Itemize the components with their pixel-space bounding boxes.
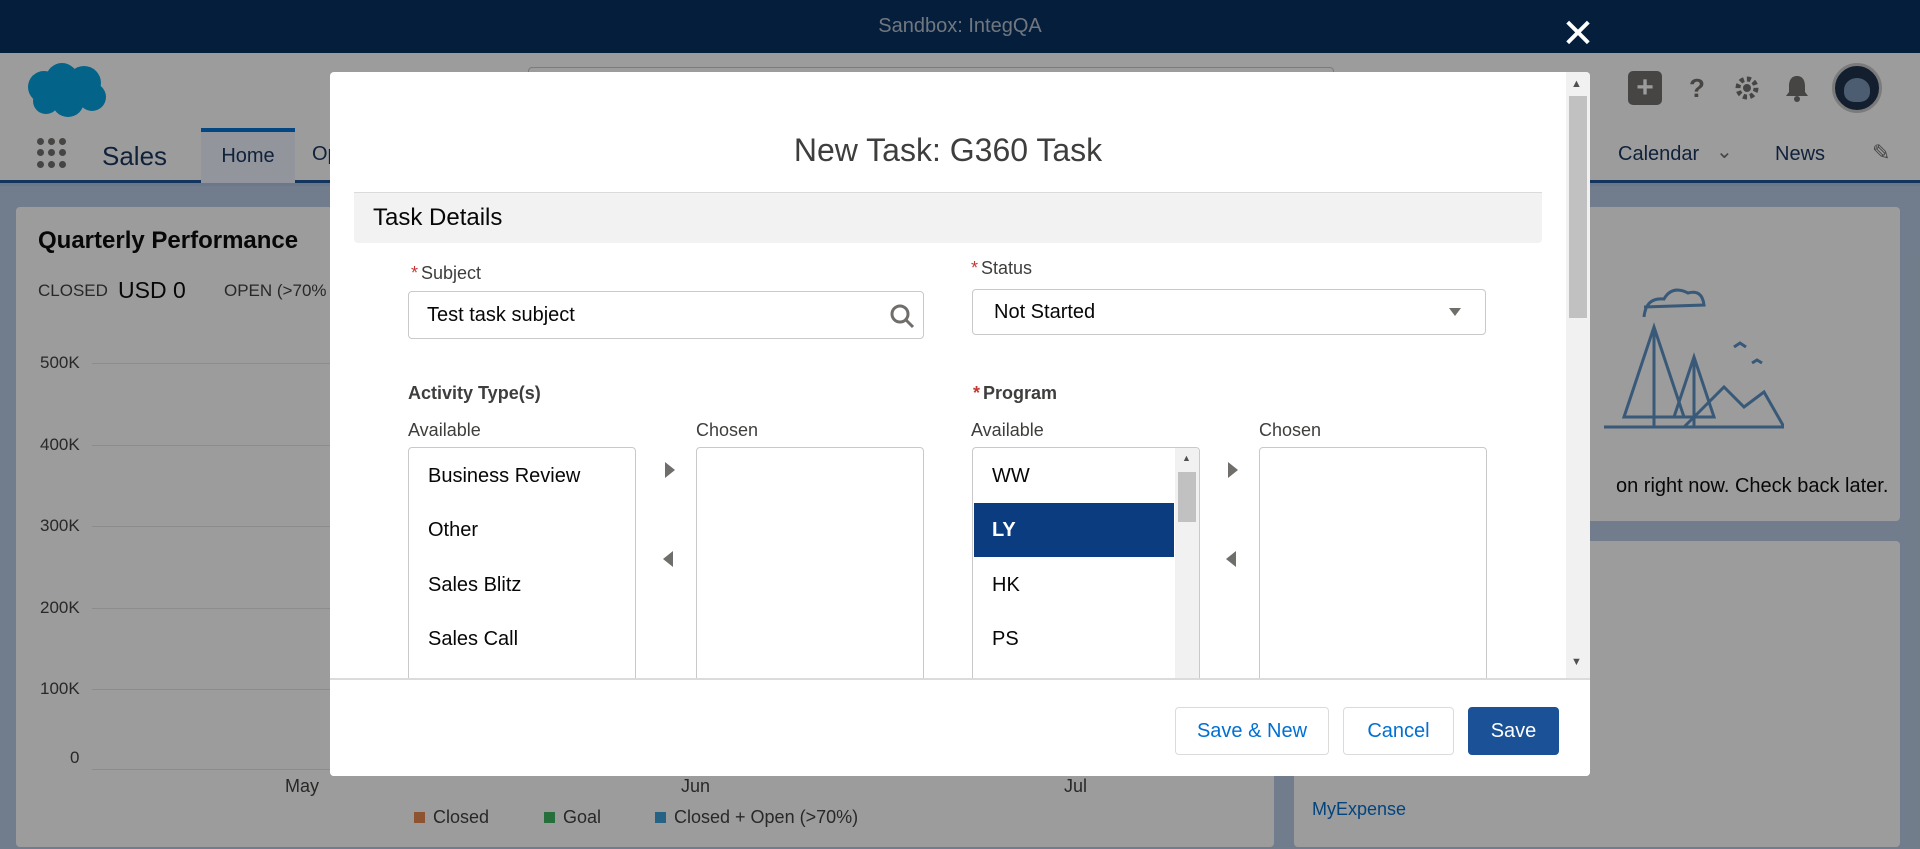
move-left-icon[interactable] xyxy=(657,547,681,571)
scroll-up-icon[interactable]: ▲ xyxy=(1182,453,1191,463)
close-icon[interactable]: ✕ xyxy=(1560,14,1596,54)
section-title: Task Details xyxy=(373,204,503,231)
move-left-icon[interactable] xyxy=(1220,547,1244,571)
modal-footer: Save & New Cancel Save xyxy=(330,678,1590,776)
modal-scrollbar[interactable]: ▲ ▼ xyxy=(1566,72,1590,678)
activity-types-label: Activity Type(s) xyxy=(408,383,541,403)
required-marker: * xyxy=(411,263,419,283)
modal-body: New Task: G360 Task Task Details * Subjec… xyxy=(330,72,1590,678)
status-label: * Status xyxy=(971,258,1032,279)
subject-value: Test task subject xyxy=(427,304,575,326)
required-marker: * xyxy=(973,383,981,403)
list-item[interactable]: PS xyxy=(974,612,1174,666)
move-right-icon[interactable] xyxy=(1220,458,1244,482)
subject-label: * Subject xyxy=(411,263,481,284)
list-item[interactable]: Sales Blitz xyxy=(410,558,634,612)
activity-available-label: Available xyxy=(408,420,481,440)
program-chosen-label: Chosen xyxy=(1259,420,1322,440)
activity-available-listbox[interactable]: Business Review Other Sales Blitz Sales … xyxy=(408,447,636,678)
list-item[interactable]: Business Review xyxy=(410,449,634,503)
subject-input[interactable]: Test task subject xyxy=(408,291,924,339)
move-right-icon[interactable] xyxy=(657,458,681,482)
list-item-selected[interactable]: LY xyxy=(974,503,1174,557)
scrollbar-thumb[interactable] xyxy=(1569,96,1587,318)
program-chosen-listbox[interactable] xyxy=(1259,447,1487,678)
scrollbar-thumb[interactable] xyxy=(1178,472,1196,522)
program-available-listbox[interactable]: WW LY HK PS ▲ ▼ xyxy=(972,447,1200,678)
list-item[interactable]: Sales Call xyxy=(410,612,634,666)
activity-chosen-listbox[interactable] xyxy=(696,447,924,678)
status-select[interactable]: Not Started xyxy=(972,289,1486,335)
status-value: Not Started xyxy=(994,301,1096,323)
required-marker: * xyxy=(971,258,979,278)
status-label-text: Status xyxy=(981,258,1033,278)
save-button[interactable]: Save xyxy=(1468,707,1559,755)
caret-down-icon xyxy=(1449,308,1461,316)
save-and-new-button[interactable]: Save & New xyxy=(1175,707,1329,755)
cancel-button[interactable]: Cancel xyxy=(1343,707,1454,755)
section-header[interactable]: Task Details xyxy=(354,193,1542,243)
program-label-text: Program xyxy=(983,383,1058,403)
activity-chosen-label: Chosen xyxy=(696,420,759,440)
modal-title: New Task: G360 Task xyxy=(793,132,1103,168)
scroll-up-icon[interactable]: ▲ xyxy=(1571,78,1582,90)
subject-label-text: Subject xyxy=(421,263,482,283)
list-item[interactable]: HK xyxy=(974,558,1174,612)
program-available-label: Available xyxy=(971,420,1044,440)
list-item[interactable]: WW xyxy=(974,449,1174,503)
listbox-scrollbar[interactable]: ▲ ▼ xyxy=(1175,448,1199,678)
scroll-down-icon[interactable]: ▼ xyxy=(1571,656,1582,668)
list-item[interactable]: Other xyxy=(410,503,634,557)
new-task-modal: New Task: G360 Task Task Details * Subjec… xyxy=(330,72,1590,776)
search-icon[interactable] xyxy=(889,303,915,329)
program-label: * Program xyxy=(973,383,1057,404)
